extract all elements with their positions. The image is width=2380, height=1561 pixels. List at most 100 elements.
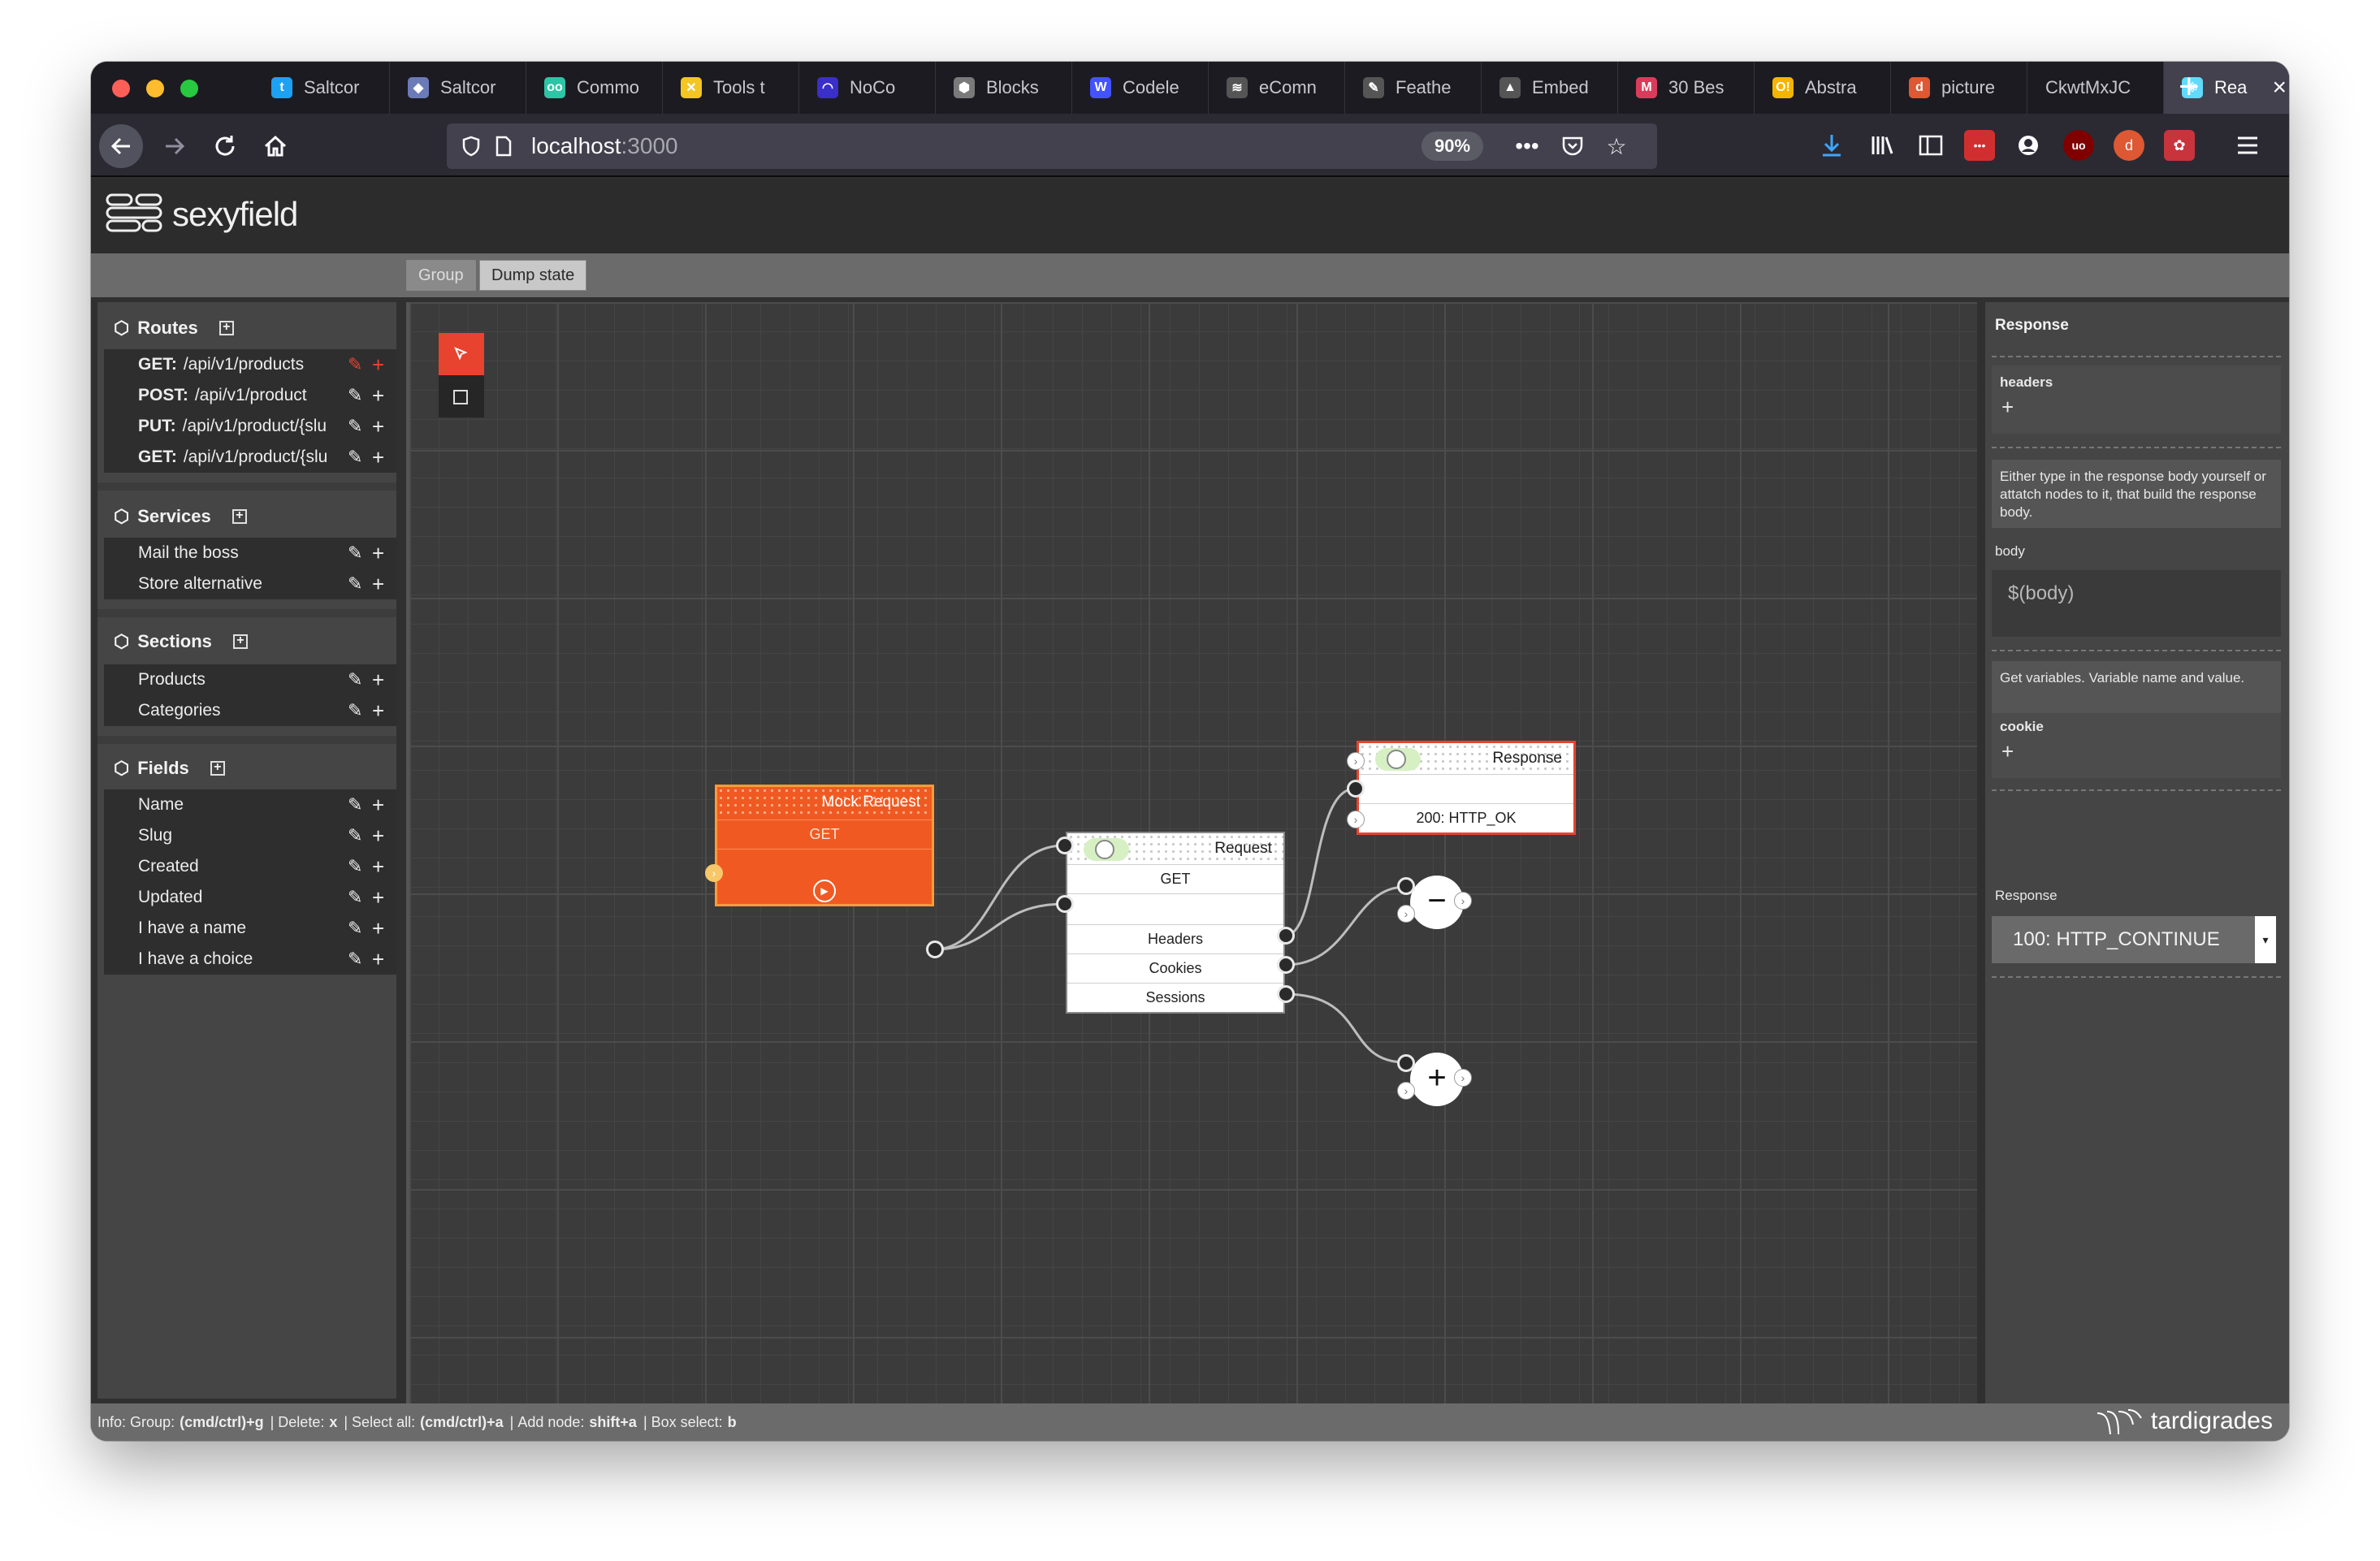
menu-icon[interactable] xyxy=(2232,130,2263,161)
node-canvas[interactable]: Mock Request GET ▶ › Request GET Headers… xyxy=(406,302,1977,1403)
browser-tab[interactable]: ✎ Feathe xyxy=(1345,62,1482,114)
add-icon[interactable]: + xyxy=(372,414,384,439)
node-toggle[interactable] xyxy=(1084,838,1129,861)
add-route-button[interactable]: + xyxy=(219,321,234,335)
browser-tab[interactable]: CkwtMxJC xyxy=(2027,62,2164,114)
download-icon[interactable] xyxy=(1816,130,1847,161)
add-icon[interactable]: + xyxy=(372,947,384,972)
section-item[interactable]: Products ✎ + xyxy=(104,664,396,695)
add-icon[interactable]: + xyxy=(372,541,384,566)
plus-input-port[interactable] xyxy=(1397,1054,1415,1072)
duckduckgo-icon[interactable]: d xyxy=(2114,130,2144,161)
add-cookie-button[interactable]: + xyxy=(2001,741,2014,762)
mock-input-chevron-icon[interactable]: › xyxy=(705,864,723,882)
edit-pencil-icon[interactable]: ✎ xyxy=(348,918,362,939)
body-input[interactable]: $(body) xyxy=(1992,570,2281,637)
reload-button[interactable] xyxy=(203,124,247,168)
plus-input-chevron-icon[interactable]: › xyxy=(1397,1082,1415,1100)
browser-tab[interactable]: M 30 Bes xyxy=(1618,62,1755,114)
edit-pencil-icon[interactable]: ✎ xyxy=(348,416,362,437)
minimize-window-button[interactable] xyxy=(146,80,164,97)
request-input-port[interactable] xyxy=(1056,837,1074,854)
add-icon[interactable]: + xyxy=(372,572,384,597)
extension-gift-icon[interactable]: ✿ xyxy=(2164,130,2195,161)
route-item[interactable]: GET: /api/v1/product/{slu ✎ + xyxy=(104,442,396,473)
edit-pencil-icon[interactable]: ✎ xyxy=(348,856,362,877)
request-input-port[interactable] xyxy=(1056,895,1074,913)
add-icon[interactable]: + xyxy=(372,793,384,818)
service-item[interactable]: Store alternative ✎ + xyxy=(104,569,396,599)
bookmark-star-icon[interactable]: ☆ xyxy=(1600,130,1633,162)
response-input-chevron-icon[interactable]: › xyxy=(1347,811,1365,828)
close-tab-icon[interactable]: × xyxy=(2272,74,2287,102)
edit-pencil-icon[interactable]: ✎ xyxy=(348,543,362,564)
add-service-button[interactable]: + xyxy=(232,509,247,524)
close-window-button[interactable] xyxy=(112,80,130,97)
add-icon[interactable]: + xyxy=(372,885,384,910)
mock-request-node[interactable]: Mock Request GET ▶ xyxy=(715,785,934,906)
browser-tab[interactable]: oo Commo xyxy=(526,62,663,114)
browser-tab[interactable]: W Codele xyxy=(1072,62,1209,114)
chevron-down-icon[interactable]: ▾ xyxy=(2255,916,2276,963)
field-item[interactable]: Created ✎ + xyxy=(104,851,396,882)
add-icon[interactable]: + xyxy=(372,854,384,880)
edit-pencil-icon[interactable]: ✎ xyxy=(348,669,362,690)
request-node[interactable]: Request GET Headers Cookies Sessions xyxy=(1066,832,1285,1014)
pocket-icon[interactable] xyxy=(1556,130,1589,162)
response-input-port[interactable] xyxy=(1347,780,1365,798)
add-field-button[interactable]: + xyxy=(210,761,225,776)
minus-input-chevron-icon[interactable]: › xyxy=(1397,905,1415,923)
field-item[interactable]: I have a choice ✎ + xyxy=(104,944,396,975)
edit-pencil-icon[interactable]: ✎ xyxy=(348,354,362,375)
cookies-output-port[interactable] xyxy=(1277,956,1295,974)
route-item[interactable]: GET: /api/v1/products ✎ + xyxy=(104,349,396,380)
add-icon[interactable]: + xyxy=(372,383,384,409)
more-actions-icon[interactable]: ••• xyxy=(1511,130,1543,162)
browser-tab[interactable]: ⬢ Blocks xyxy=(936,62,1072,114)
edit-pencil-icon[interactable]: ✎ xyxy=(348,573,362,595)
edit-pencil-icon[interactable]: ✎ xyxy=(348,447,362,468)
route-item[interactable]: PUT: /api/v1/product/{slu ✎ + xyxy=(104,411,396,442)
add-icon[interactable]: + xyxy=(372,916,384,941)
lastpass-icon[interactable]: ••• xyxy=(1964,130,1995,161)
url-bar[interactable]: localhost:3000 90% ••• ☆ xyxy=(447,123,1657,169)
maximize-window-button[interactable] xyxy=(180,80,198,97)
add-section-button[interactable]: + xyxy=(232,634,248,649)
response-node[interactable]: Response 200: HTTP_OK xyxy=(1357,741,1576,835)
service-item[interactable]: Mail the boss ✎ + xyxy=(104,538,396,569)
add-header-button[interactable]: + xyxy=(2001,396,2014,417)
library-icon[interactable] xyxy=(1867,130,1898,161)
browser-tab[interactable]: ◠ NoCo xyxy=(799,62,936,114)
minus-output-chevron-icon[interactable]: › xyxy=(1454,892,1472,910)
forward-button[interactable] xyxy=(153,124,197,168)
edit-pencil-icon[interactable]: ✎ xyxy=(348,700,362,721)
edit-pencil-icon[interactable]: ✎ xyxy=(348,385,362,406)
account-icon[interactable] xyxy=(2013,130,2044,161)
home-button[interactable] xyxy=(253,124,297,168)
field-item[interactable]: Slug ✎ + xyxy=(104,820,396,851)
browser-tab[interactable]: d picture xyxy=(1891,62,2027,114)
back-button[interactable] xyxy=(99,124,143,168)
add-icon[interactable]: + xyxy=(372,698,384,724)
add-icon[interactable]: + xyxy=(372,668,384,693)
sidebar-toggle-icon[interactable] xyxy=(1915,130,1946,161)
browser-tab[interactable]: O! Abstra xyxy=(1755,62,1891,114)
node-toggle[interactable] xyxy=(1375,748,1421,771)
mock-output-port[interactable] xyxy=(926,940,944,958)
group-button[interactable]: Group xyxy=(406,260,476,291)
add-icon[interactable]: + xyxy=(372,352,384,378)
zoom-indicator[interactable]: 90% xyxy=(1422,132,1484,161)
field-item[interactable]: I have a name ✎ + xyxy=(104,913,396,944)
add-icon[interactable]: + xyxy=(372,445,384,470)
field-item[interactable]: Updated ✎ + xyxy=(104,882,396,913)
play-icon[interactable]: ▶ xyxy=(813,880,836,902)
field-item[interactable]: Name ✎ + xyxy=(104,789,396,820)
edit-pencil-icon[interactable]: ✎ xyxy=(348,825,362,846)
sessions-output-port[interactable] xyxy=(1277,985,1295,1003)
edit-pencil-icon[interactable]: ✎ xyxy=(348,887,362,908)
browser-tab[interactable]: ◆ Saltcor xyxy=(390,62,526,114)
new-tab-button[interactable]: + xyxy=(2179,67,2200,107)
add-icon[interactable]: + xyxy=(372,824,384,849)
response-status-select[interactable]: 100: HTTP_CONTINUE ▾ xyxy=(1992,916,2276,963)
browser-tab[interactable]: t Saltcor xyxy=(253,62,390,114)
